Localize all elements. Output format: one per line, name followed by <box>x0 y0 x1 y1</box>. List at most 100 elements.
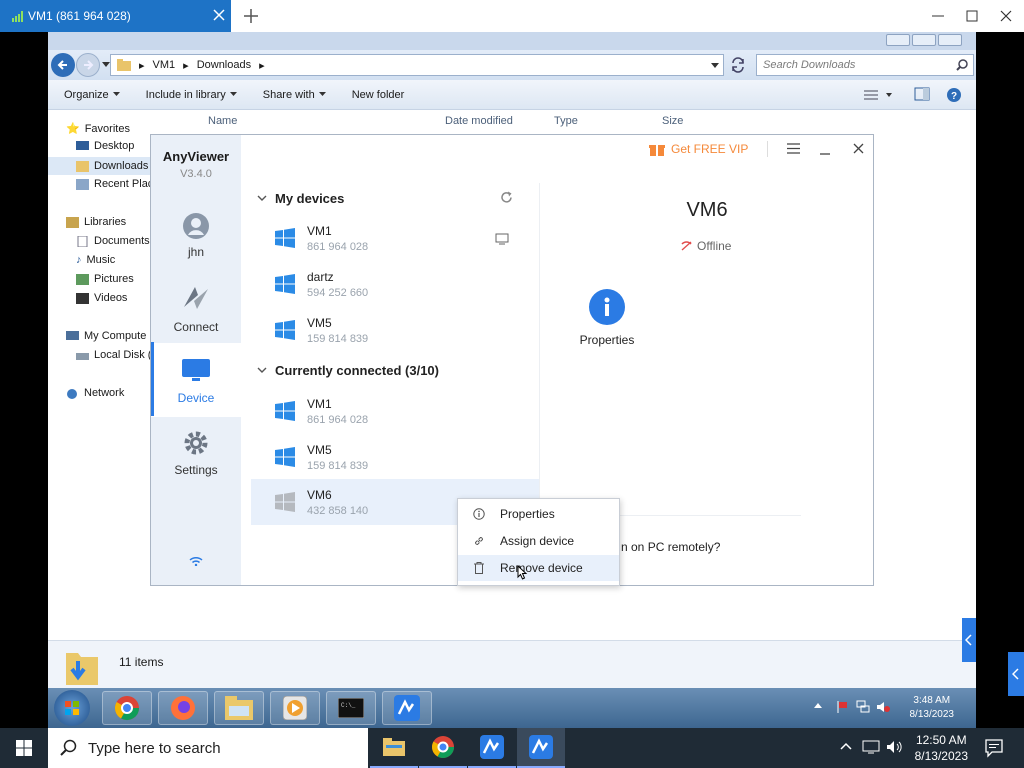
guest-clock[interactable]: 3:48 AM 8/13/2023 <box>910 694 955 722</box>
device-row[interactable]: dartz 594 252 660 <box>251 261 539 307</box>
device-row[interactable]: VM5 159 814 839 <box>251 307 539 353</box>
refresh-icon[interactable] <box>730 57 746 73</box>
maximize-icon[interactable] <box>964 8 980 24</box>
include-in-library-menu[interactable]: Include in library <box>146 89 237 101</box>
guest-action-center-icon[interactable] <box>836 700 850 714</box>
preview-pane-icon[interactable] <box>914 87 930 101</box>
host-chrome-icon[interactable] <box>419 728 467 768</box>
documents-icon <box>77 235 88 247</box>
column-type[interactable]: Type <box>554 115 578 127</box>
guest-clock-time: 3:48 AM <box>913 695 951 706</box>
view-options-icon[interactable] <box>864 88 892 102</box>
host-file-explorer-icon[interactable] <box>370 728 418 768</box>
host-tray-arrow-icon[interactable] <box>840 742 852 750</box>
nav-computer[interactable]: My Compute <box>66 330 146 342</box>
nav-pictures[interactable]: Pictures <box>76 273 134 285</box>
nav-libraries[interactable]: Libraries <box>66 216 126 228</box>
menu-item-properties[interactable]: Properties <box>458 501 619 527</box>
sidebar-item-settings[interactable]: Settings <box>151 429 241 485</box>
guest-cmd-icon[interactable]: C:\_ <box>326 691 376 725</box>
av-close-icon[interactable] <box>853 143 864 154</box>
guest-tray-arrow-icon[interactable] <box>814 702 822 708</box>
nav-recent-places[interactable]: Recent Plac <box>76 178 153 190</box>
nav-videos[interactable]: Videos <box>76 292 127 304</box>
host-anyviewer-icon[interactable] <box>468 728 516 768</box>
close-window-icon[interactable] <box>998 8 1014 24</box>
guest-network-icon[interactable] <box>856 700 870 714</box>
guest-media-player-icon[interactable] <box>270 691 320 725</box>
host-tab[interactable]: VM1 (861 964 028) <box>0 0 231 32</box>
host-network-icon[interactable] <box>862 740 880 754</box>
nav-downloads[interactable]: Downloads <box>48 157 151 175</box>
column-date-modified[interactable]: Date modified <box>445 115 513 127</box>
guest-start-button[interactable] <box>54 690 90 726</box>
nav-music[interactable]: ♪ Music <box>76 254 115 266</box>
host-search-box[interactable]: Type here to search <box>48 728 368 768</box>
nav-videos-label: Videos <box>94 292 128 304</box>
sidebar-item-device[interactable]: Device <box>151 343 241 417</box>
minimize-icon[interactable] <box>930 8 946 24</box>
connected-header[interactable]: Currently connected (3/10) <box>257 363 439 378</box>
new-folder-button[interactable]: New folder <box>352 89 405 101</box>
remote-hint-text[interactable]: n on PC remotely? <box>621 540 720 554</box>
close-tab-icon[interactable] <box>213 9 225 21</box>
device-row[interactable]: VM1 861 964 028 <box>251 215 539 261</box>
menu-icon[interactable] <box>787 143 800 154</box>
link-icon <box>458 535 500 547</box>
nav-favorites[interactable]: ⭐ Favorites <box>66 122 130 136</box>
explorer-maximize-button[interactable] <box>912 34 936 46</box>
search-icon[interactable] <box>956 59 968 71</box>
guest-chrome-icon[interactable] <box>102 691 152 725</box>
remote-screen-icon[interactable] <box>495 233 509 245</box>
my-devices-header[interactable]: My devices <box>257 191 344 206</box>
back-button[interactable] <box>51 53 75 77</box>
sidebar-user[interactable]: jhn <box>151 209 241 265</box>
breadcrumb-downloads[interactable]: Downloads <box>197 59 251 71</box>
menu-item-assign-label: Assign device <box>500 534 575 548</box>
properties-button[interactable]: Properties <box>571 289 643 347</box>
nav-local-disk[interactable]: Local Disk ( <box>76 349 151 361</box>
disk-icon <box>76 352 89 360</box>
guest-volume-muted-icon[interactable] <box>876 700 890 714</box>
recent-pages-icon[interactable] <box>102 62 110 68</box>
host-clock[interactable]: 12:50 AM 8/13/2023 <box>915 732 968 764</box>
av-minimize-icon[interactable] <box>819 143 831 155</box>
explorer-close-button[interactable] <box>938 34 962 46</box>
music-icon: ♪ <box>76 254 82 266</box>
address-bar[interactable]: ▸ VM1 ▸ Downloads ▸ <box>110 54 724 76</box>
column-size[interactable]: Size <box>662 115 683 127</box>
explorer-minimize-button[interactable] <box>886 34 910 46</box>
organize-menu[interactable]: Organize <box>64 89 120 101</box>
host-anyviewer-remote-icon[interactable] <box>517 728 565 768</box>
nav-network[interactable]: Network <box>66 387 124 399</box>
guest-firefox-icon[interactable] <box>158 691 208 725</box>
host-start-button[interactable] <box>0 728 48 768</box>
nav-desktop-label: Desktop <box>94 140 135 152</box>
connected-device-row[interactable]: VM1 861 964 028 <box>251 388 539 434</box>
connected-device-row[interactable]: VM5 159 814 839 <box>251 434 539 480</box>
help-icon[interactable]: ? <box>946 87 962 103</box>
share-with-menu[interactable]: Share with <box>263 89 326 101</box>
get-vip-button[interactable]: Get FREE VIP <box>649 141 748 157</box>
column-name[interactable]: Name <box>208 115 237 127</box>
breadcrumb-vm1[interactable]: VM1 <box>153 59 176 71</box>
menu-item-assign-device[interactable]: Assign device <box>458 528 619 554</box>
windows-logo-icon <box>275 492 295 512</box>
forward-button[interactable] <box>76 53 100 77</box>
refresh-devices-icon[interactable] <box>500 191 513 204</box>
menu-item-remove-device[interactable]: Remove device <box>458 555 619 581</box>
host-side-panel-handle[interactable] <box>1008 652 1024 696</box>
address-dropdown-icon[interactable] <box>711 63 719 69</box>
guest-explorer-icon[interactable] <box>214 691 264 725</box>
host-volume-icon[interactable] <box>886 740 904 754</box>
sidebar-item-connect[interactable]: Connect <box>151 283 241 343</box>
explorer-search-input[interactable]: Search Downloads <box>756 54 974 76</box>
nav-documents[interactable]: Documents <box>76 235 150 247</box>
remote-side-panel-handle[interactable] <box>962 618 976 662</box>
new-tab-icon[interactable] <box>243 8 259 24</box>
host-search-placeholder: Type here to search <box>88 739 221 757</box>
notification-icon[interactable] <box>984 738 1004 758</box>
guest-anyviewer-icon[interactable] <box>382 691 432 725</box>
nav-desktop[interactable]: Desktop <box>76 140 134 152</box>
host-clock-date: 8/13/2023 <box>914 749 968 763</box>
